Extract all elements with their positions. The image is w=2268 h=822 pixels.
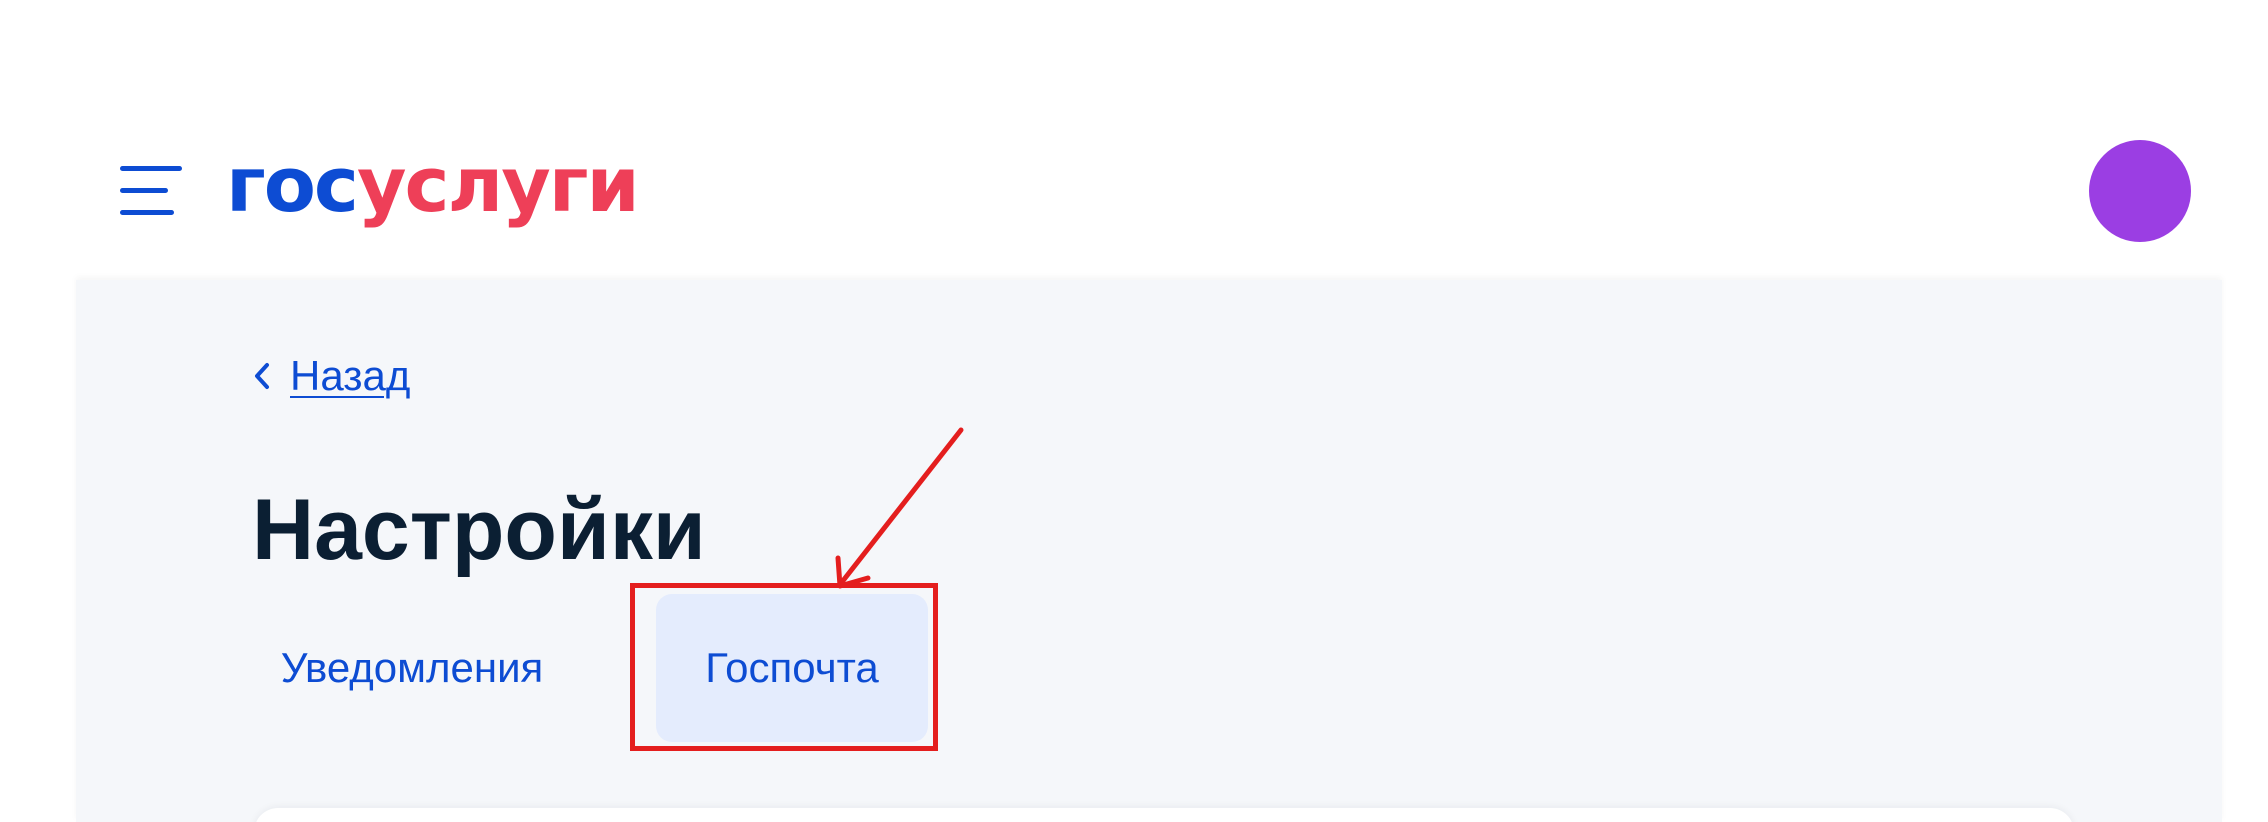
back-link-label: Назад bbox=[290, 352, 411, 399]
tab-notifications[interactable]: Уведомления bbox=[252, 594, 572, 742]
logo-part-gos: гос bbox=[226, 140, 359, 229]
logo-part-uslugi: услуги bbox=[356, 140, 640, 229]
page: госуслуги Назад Настройки Уведомления Го… bbox=[0, 0, 2268, 822]
user-avatar[interactable] bbox=[2089, 140, 2191, 242]
back-link[interactable]: Назад bbox=[250, 352, 410, 400]
top-header: госуслуги bbox=[0, 0, 2268, 280]
chevron-left-icon bbox=[250, 356, 274, 396]
gosuslugi-logo[interactable]: госуслуги bbox=[226, 140, 640, 230]
page-title: Настройки bbox=[252, 482, 706, 578]
tab-gospochta[interactable]: Госпочта bbox=[656, 594, 928, 742]
hamburger-menu-icon[interactable] bbox=[120, 166, 182, 216]
settings-content: Назад Настройки Уведомления Госпочта bbox=[76, 280, 2222, 822]
settings-card bbox=[254, 808, 2074, 822]
